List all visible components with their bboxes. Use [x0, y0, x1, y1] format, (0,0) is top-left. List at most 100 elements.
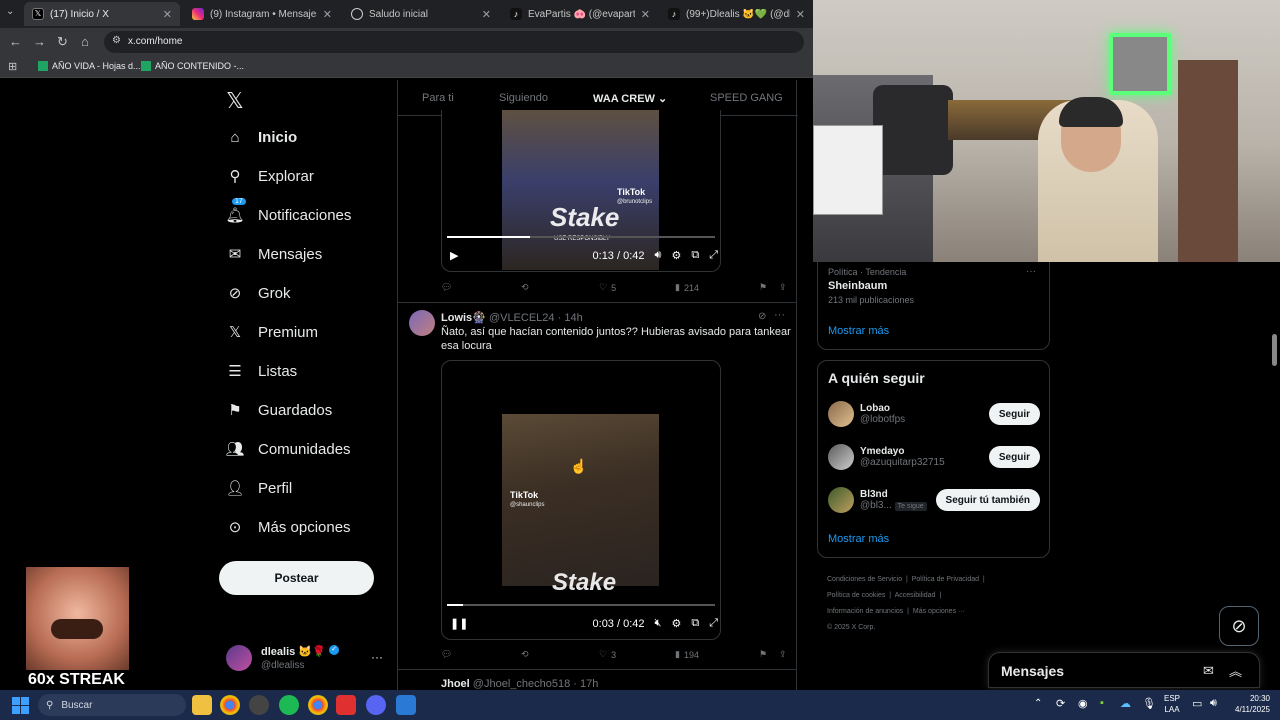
tray-icon[interactable]: ◉ — [1078, 697, 1088, 710]
footer-link[interactable]: Accesibilidad — [895, 592, 936, 599]
scrollbar[interactable] — [1272, 334, 1277, 366]
footer-link[interactable]: Política de cookies — [827, 592, 885, 599]
browser-tab-tiktok-1[interactable]: ♪ EvaPartis 🐽 (@evapartis) | TikT ✕ — [502, 2, 658, 26]
pip-icon[interactable]: ⧉ — [691, 249, 699, 262]
close-icon[interactable]: ✕ — [796, 8, 805, 21]
notepad-icon[interactable] — [396, 695, 416, 715]
reply-button[interactable]: 💬︎ — [441, 282, 521, 293]
chrome-icon[interactable] — [308, 695, 328, 715]
microphone-icon[interactable]: 🎙︎ — [1142, 697, 1156, 710]
sidebar-item-explorar[interactable]: ⚲ Explorar — [226, 167, 314, 186]
app-icon[interactable] — [336, 695, 356, 715]
bookmark-icon[interactable]: ⚑ — [759, 282, 779, 293]
share-icon[interactable]: ⇪ — [779, 649, 787, 660]
mute-icon[interactable]: 🔇︎ — [655, 617, 662, 630]
views-button[interactable]: ▮ 194 — [675, 649, 759, 660]
close-icon[interactable]: ✕ — [163, 8, 172, 21]
apps-grid-icon[interactable]: ⊞ — [8, 60, 17, 73]
fullscreen-icon[interactable]: ⤢ — [709, 617, 718, 630]
author-handle[interactable]: @Jhoel_checho518 — [473, 678, 570, 690]
video-player[interactable]: TikTok @shaunclips Stake ☝ ❚❚ 0:03 / 0:4… — [441, 360, 721, 640]
browser-tab-instagram[interactable]: (9) Instagram • Mensajes ✕ — [184, 2, 340, 26]
avatar[interactable] — [409, 310, 435, 336]
sidebar-item-grok[interactable]: ⊘ Grok — [226, 284, 291, 303]
messages-drawer[interactable]: Mensajes ✉ ︽ — [988, 652, 1260, 688]
home-icon[interactable]: ⌂ — [81, 34, 89, 49]
address-bar[interactable]: ⚙ x.com/home — [104, 31, 804, 53]
network-icon[interactable]: ▭ — [1192, 697, 1202, 710]
browser-tab-tiktok-2[interactable]: ♪ (99+)Dlealis 🐱💚 (@dlealis1) ✕ — [660, 2, 813, 26]
browser-tab-chat[interactable]: Saludo inicial ✕ — [343, 2, 499, 26]
more-dots-icon[interactable]: ··· — [1026, 266, 1036, 277]
footer-link[interactable]: Condiciones de Servicio — [827, 576, 902, 583]
tab-speed-gang[interactable]: SPEED GANG — [710, 92, 783, 104]
video-player[interactable]: TikTok @brunotclips Stake USE RESPONSIBL… — [441, 110, 721, 272]
author-name[interactable]: Lowis🎡 — [441, 312, 486, 324]
volume-icon[interactable]: 🔊︎ — [655, 249, 662, 262]
sidebar-item-inicio[interactable]: ⌂ Inicio — [226, 128, 297, 146]
taskbar-search[interactable]: ⚲ Buscar — [38, 694, 186, 716]
follow-button[interactable]: Seguir — [988, 446, 1040, 468]
follow-suggestion[interactable]: Ymedayo @azuquitarp32715 Seguir — [828, 444, 1040, 470]
follow-suggestion[interactable]: Lobao @lobotfps Seguir — [828, 401, 1040, 427]
sidebar-item-premium[interactable]: 𝕏 Premium — [226, 323, 318, 342]
chevron-up-icon[interactable]: ⌃ — [1034, 698, 1042, 709]
like-button[interactable]: ♡ 3 — [599, 649, 675, 660]
settings-icon[interactable]: ⚙ — [671, 617, 681, 630]
sidebar-item-listas[interactable]: ☰ Listas — [226, 362, 297, 381]
tray-icon[interactable]: ⟳ — [1056, 697, 1065, 710]
discord-icon[interactable] — [366, 695, 386, 715]
trend-name[interactable]: Sheinbaum — [828, 280, 887, 292]
video-progress-bar[interactable] — [447, 236, 715, 238]
sidebar-item-mensajes[interactable]: ✉ Mensajes — [226, 245, 323, 264]
language-indicator[interactable]: ESP LAA — [1164, 693, 1180, 715]
post-button[interactable]: Postear — [219, 561, 374, 595]
tray-icon[interactable]: ☁ — [1120, 697, 1131, 710]
close-icon[interactable]: ✕ — [323, 8, 332, 21]
share-icon[interactable]: ⇪ — [779, 282, 787, 293]
nvidia-icon[interactable]: ▪ — [1100, 697, 1104, 709]
grok-icon[interactable]: ⊘ — [758, 311, 766, 322]
reply-button[interactable]: 💬︎ — [441, 649, 521, 660]
repost-button[interactable]: ⟲ — [521, 282, 599, 293]
sidebar-item-comunidades[interactable]: 👥︎ Comunidades — [225, 440, 350, 459]
site-info-icon[interactable]: ⚙ — [112, 35, 121, 46]
sidebar-item-notificaciones[interactable]: 🔔︎ 17 Notificaciones — [225, 198, 351, 224]
like-button[interactable]: ♡ 5 — [599, 282, 675, 293]
clock[interactable]: 20:30 4/11/2025 — [1228, 693, 1270, 715]
browser-tab-x[interactable]: 𝕏 (17) Inicio / X ✕ — [24, 2, 180, 26]
bookmark-item[interactable]: AÑO VIDA - Hojas d... — [38, 61, 141, 71]
close-icon[interactable]: ✕ — [482, 8, 491, 21]
x-logo-icon[interactable]: 𝕏 — [226, 88, 244, 114]
close-icon[interactable]: ✕ — [641, 8, 650, 21]
fullscreen-icon[interactable]: ⤢ — [709, 249, 718, 262]
pause-icon[interactable]: ❚❚ — [450, 617, 468, 630]
spotify-icon[interactable] — [279, 695, 299, 715]
sidebar-item-mas-opciones[interactable]: ⊙ Más opciones — [226, 518, 351, 537]
back-arrow-icon[interactable]: ← — [9, 34, 22, 49]
footer-link[interactable]: Más opciones ··· — [913, 608, 965, 615]
follow-back-button[interactable]: Seguir tú también — [935, 489, 1040, 511]
forward-arrow-icon[interactable]: → — [33, 34, 46, 49]
file-explorer-icon[interactable] — [192, 695, 212, 715]
windows-start-icon[interactable] — [12, 697, 29, 714]
views-button[interactable]: ▮ 214 — [675, 282, 759, 293]
footer-link[interactable]: Información de anuncios — [827, 608, 903, 615]
more-dots-icon[interactable]: ··· — [774, 309, 785, 321]
account-switcher[interactable]: dlealis 🐱🌹 ✓ @dlealiss ··· — [226, 640, 396, 680]
tab-waa-crew[interactable]: WAA CREW ⌄ — [593, 92, 667, 105]
show-more-link[interactable]: Mostrar más — [828, 325, 889, 337]
follow-button[interactable]: Seguir — [988, 403, 1040, 425]
app-icon[interactable] — [249, 695, 269, 715]
reload-icon[interactable]: ↻ — [57, 34, 68, 50]
chevron-up-icon[interactable]: ︽ — [1229, 661, 1242, 680]
repost-button[interactable]: ⟲ — [521, 649, 599, 660]
bookmark-item[interactable]: AÑO CONTENIDO -... — [141, 61, 244, 71]
chrome-icon[interactable] — [220, 695, 240, 715]
more-dots-icon[interactable]: ··· — [371, 650, 383, 664]
tab-siguiendo[interactable]: Siguiendo — [499, 92, 548, 104]
sidebar-item-perfil[interactable]: 👤︎ Perfil — [225, 479, 292, 498]
author-handle[interactable]: @VLECEL24 — [489, 312, 555, 324]
bookmark-icon[interactable]: ⚑ — [759, 649, 779, 660]
tab-search-icon[interactable]: ⌄ — [6, 6, 14, 17]
